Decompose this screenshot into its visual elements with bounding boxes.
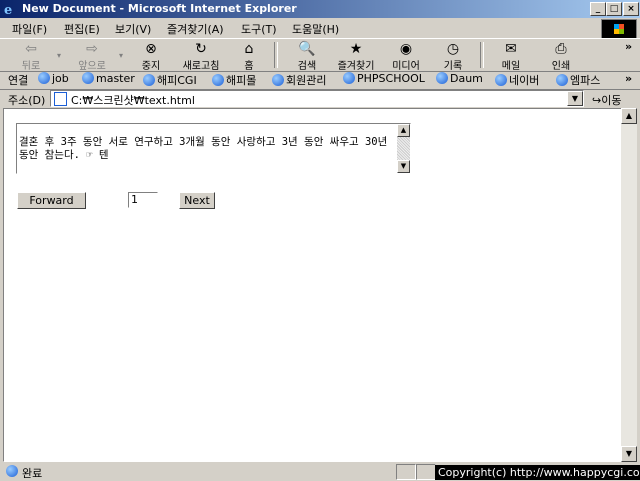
search-button[interactable]: 🔍 검색 (290, 40, 324, 72)
message-textarea[interactable]: 결혼 후 3주 동안 서로 연구하고 3개월 동안 사랑하고 3년 동안 싸우고… (16, 123, 411, 174)
refresh-button[interactable]: ↻ 새로고침 (176, 40, 226, 72)
scroll-down-icon[interactable]: ▼ (621, 446, 637, 462)
back-arrow-icon: ⇦ (25, 41, 37, 57)
favorites-button[interactable]: ★ 즐겨찾기 (332, 40, 380, 72)
search-icon: 🔍 (298, 41, 316, 57)
history-icon: ◷ (446, 41, 460, 57)
copyright-overlay: Copyright(c) http://www.happycgi.com (435, 465, 640, 480)
minimize-button[interactable]: _ (590, 2, 606, 16)
home-button[interactable]: ⌂ 홈 (234, 40, 264, 72)
address-input[interactable]: C:₩스크린샷₩text.html ▼ (50, 90, 584, 107)
back-button[interactable]: ⇦ 뒤로 (10, 40, 52, 72)
print-icon: ⎙ (555, 41, 567, 57)
mail-button[interactable]: ✉ 메일 (494, 40, 528, 72)
window-title: New Document - Microsoft Internet Explor… (22, 2, 297, 15)
favorites-folder-icon: ★ (349, 41, 363, 57)
ie-link-icon (556, 74, 568, 86)
go-arrow-icon: ↪ (592, 94, 602, 107)
link-master[interactable]: master (82, 72, 135, 85)
scroll-up-icon[interactable]: ▲ (397, 124, 410, 137)
textarea-text: 결혼 후 3주 동안 서로 연구하고 3개월 동안 사랑하고 3년 동안 싸우고… (19, 136, 394, 161)
refresh-icon: ↻ (195, 41, 207, 57)
address-dropdown-icon[interactable]: ▼ (567, 91, 583, 106)
links-chevron-icon[interactable]: » (625, 72, 632, 85)
status-segment (396, 464, 416, 480)
forward-button[interactable]: Forward (17, 192, 86, 209)
menu-help[interactable]: 도움말(H) (292, 21, 339, 37)
window-titlebar[interactable]: e New Document - Microsoft Internet Expl… (0, 0, 640, 18)
ie-link-icon (272, 74, 284, 86)
standard-toolbar: ⇦ 뒤로 ▾ ⇨ 앞으로 ▾ ⊗ 중지 ↻ 새로고침 ⌂ 홈 🔍 검색 ★ 즐겨… (0, 38, 640, 72)
mail-icon: ✉ (505, 41, 517, 57)
forward-dropdown-icon[interactable]: ▾ (119, 51, 123, 60)
toolbar-separator (274, 42, 278, 68)
toolbar-separator (480, 42, 484, 68)
menu-tools[interactable]: 도구(T) (241, 21, 277, 37)
go-button[interactable]: ↪이동 (592, 92, 621, 108)
stop-icon: ⊗ (145, 41, 157, 57)
close-button[interactable]: × (623, 2, 639, 16)
home-icon: ⌂ (244, 41, 254, 57)
ie-link-icon (436, 72, 448, 84)
textarea-scrollbar[interactable]: ▲ ▼ (397, 124, 410, 173)
ie-logo-icon: e (4, 3, 12, 16)
scroll-down-icon[interactable]: ▼ (397, 160, 410, 173)
menu-edit[interactable]: 편집(E) (64, 21, 100, 37)
link-phpschool[interactable]: PHPSCHOOL (343, 72, 425, 85)
next-button[interactable]: Next (179, 192, 215, 209)
link-happymall[interactable]: 해피몰 (212, 72, 256, 88)
page-scrollbar[interactable]: ▲ ▼ (621, 108, 637, 462)
status-segment (416, 464, 436, 480)
ie-link-icon (143, 74, 155, 86)
address-bar: 주소(D) C:₩스크린샷₩text.html ▼ ↪이동 (0, 89, 640, 108)
menu-view[interactable]: 보기(V) (115, 21, 151, 37)
windows-logo-icon (601, 19, 637, 39)
address-label: 주소(D) (8, 94, 46, 107)
history-button[interactable]: ◷ 기록 (436, 40, 470, 72)
svg-text:e: e (4, 3, 12, 16)
link-daum[interactable]: Daum (436, 72, 483, 85)
menu-favorites[interactable]: 즐겨찾기(A) (167, 21, 224, 37)
forward-arrow-icon: ⇨ (86, 41, 98, 57)
back-dropdown-icon[interactable]: ▾ (57, 51, 61, 60)
status-text: 완료 (22, 467, 43, 480)
menu-file[interactable]: 파일(F) (12, 21, 47, 37)
ie-link-icon (82, 72, 94, 84)
scroll-up-icon[interactable]: ▲ (621, 108, 637, 124)
menu-bar: 파일(F) 편집(E) 보기(V) 즐겨찾기(A) 도구(T) 도움말(H) (0, 18, 640, 38)
links-label: 연결 (8, 74, 29, 87)
link-member[interactable]: 회원관리 (272, 72, 326, 88)
page-icon (54, 92, 67, 106)
link-empas[interactable]: 엠파스 (556, 72, 600, 88)
page-number-input[interactable]: 1 (128, 192, 158, 208)
ie-link-icon (212, 74, 224, 86)
link-job[interactable]: job (38, 72, 69, 85)
maximize-button[interactable]: □ (606, 2, 622, 16)
ie-link-icon (343, 72, 355, 84)
ie-link-icon (38, 72, 50, 84)
ie-status-icon (6, 465, 18, 477)
stop-button[interactable]: ⊗ 중지 (133, 40, 169, 72)
media-button[interactable]: ◉ 미디어 (386, 40, 426, 72)
toolbar-chevron-icon[interactable]: » (625, 40, 632, 53)
ie-link-icon (495, 74, 507, 86)
links-bar: 연결 job master 해피CGI 해피몰 회원관리 PHPSCHOOL D… (0, 70, 640, 90)
link-happycgi[interactable]: 해피CGI (143, 72, 197, 88)
forward-nav-button[interactable]: ⇨ 앞으로 (70, 40, 114, 72)
link-naver[interactable]: 네이버 (495, 72, 539, 88)
print-button[interactable]: ⎙ 인쇄 (544, 40, 578, 72)
media-icon: ◉ (399, 41, 413, 57)
page-content: 결혼 후 3주 동안 서로 연구하고 3개월 동안 사랑하고 3년 동안 싸우고… (3, 108, 622, 462)
